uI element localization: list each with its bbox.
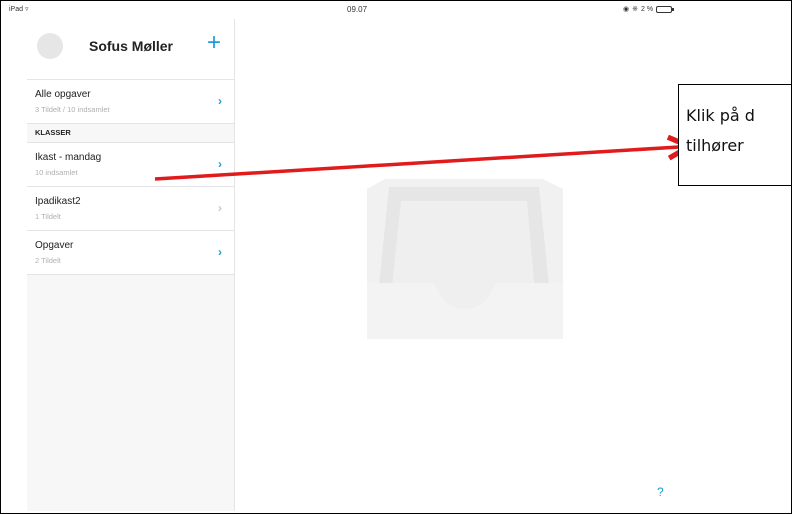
callout-line-2: tilhører — [686, 136, 744, 155]
annotation-arrow — [154, 1, 792, 181]
callout-line-1: Klik på d — [686, 106, 755, 125]
ipad-screen: iPad ▿ 09.07 ◉ ※ 2 % Sofus Møller + Alle… — [0, 0, 792, 514]
annotation-callout: Klik på d tilhører — [678, 84, 791, 186]
